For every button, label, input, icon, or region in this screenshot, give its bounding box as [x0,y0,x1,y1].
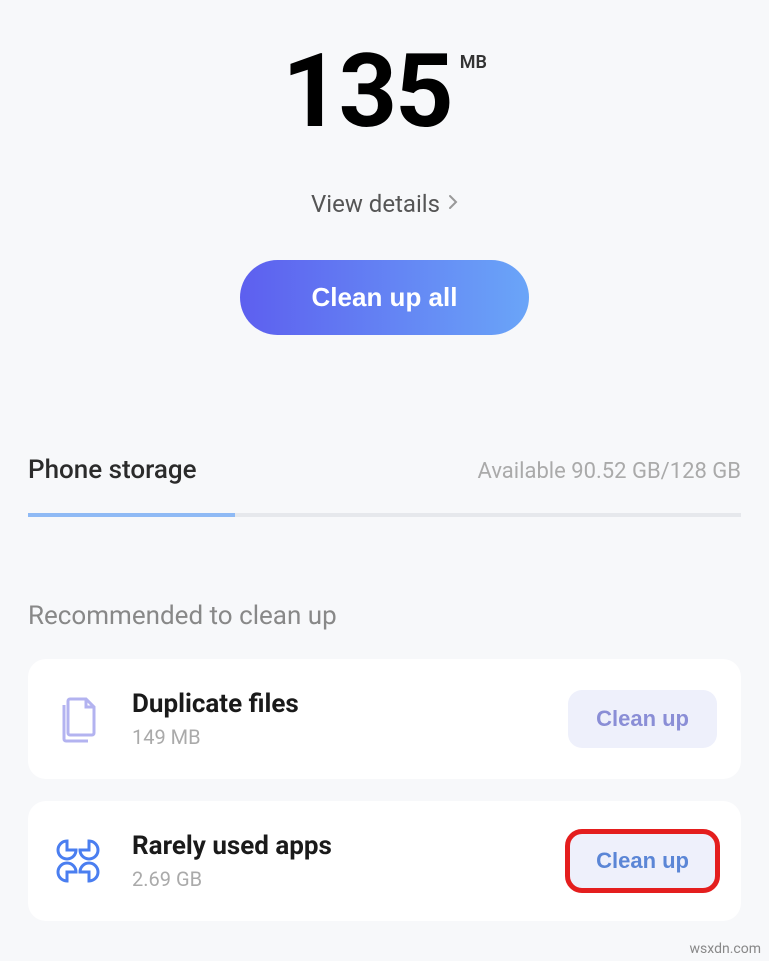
card-title: Rarely used apps [132,831,540,861]
chevron-right-icon [448,194,458,215]
phone-storage-title: Phone storage [28,455,197,485]
recommended-section-title: Recommended to clean up [0,601,769,631]
recommend-card-rarely-used-apps[interactable]: Rarely used apps 2.69 GB Clean up [28,801,741,921]
cleanable-size-unit: MB [460,52,487,73]
card-subtitle: 149 MB [132,725,540,749]
view-details-link[interactable]: View details [311,190,458,218]
cleanable-size-display: 135 MB [282,40,487,142]
storage-progress-fill [28,513,235,517]
view-details-label: View details [311,190,440,218]
duplicate-files-icon [52,693,104,745]
watermark: wsxdn.com [690,941,761,957]
storage-available-text: Available 90.52 GB/128 GB [478,459,742,484]
clean-up-button[interactable]: Clean up [568,690,717,748]
storage-progress-bar [28,513,741,517]
card-subtitle: 2.69 GB [132,867,540,891]
apps-icon [52,835,104,887]
clean-up-all-button[interactable]: Clean up all [240,260,530,335]
card-title: Duplicate files [132,689,540,719]
cleanable-size-value: 135 [282,40,452,142]
recommend-card-duplicate-files[interactable]: Duplicate files 149 MB Clean up [28,659,741,779]
clean-up-button[interactable]: Clean up [568,832,717,890]
